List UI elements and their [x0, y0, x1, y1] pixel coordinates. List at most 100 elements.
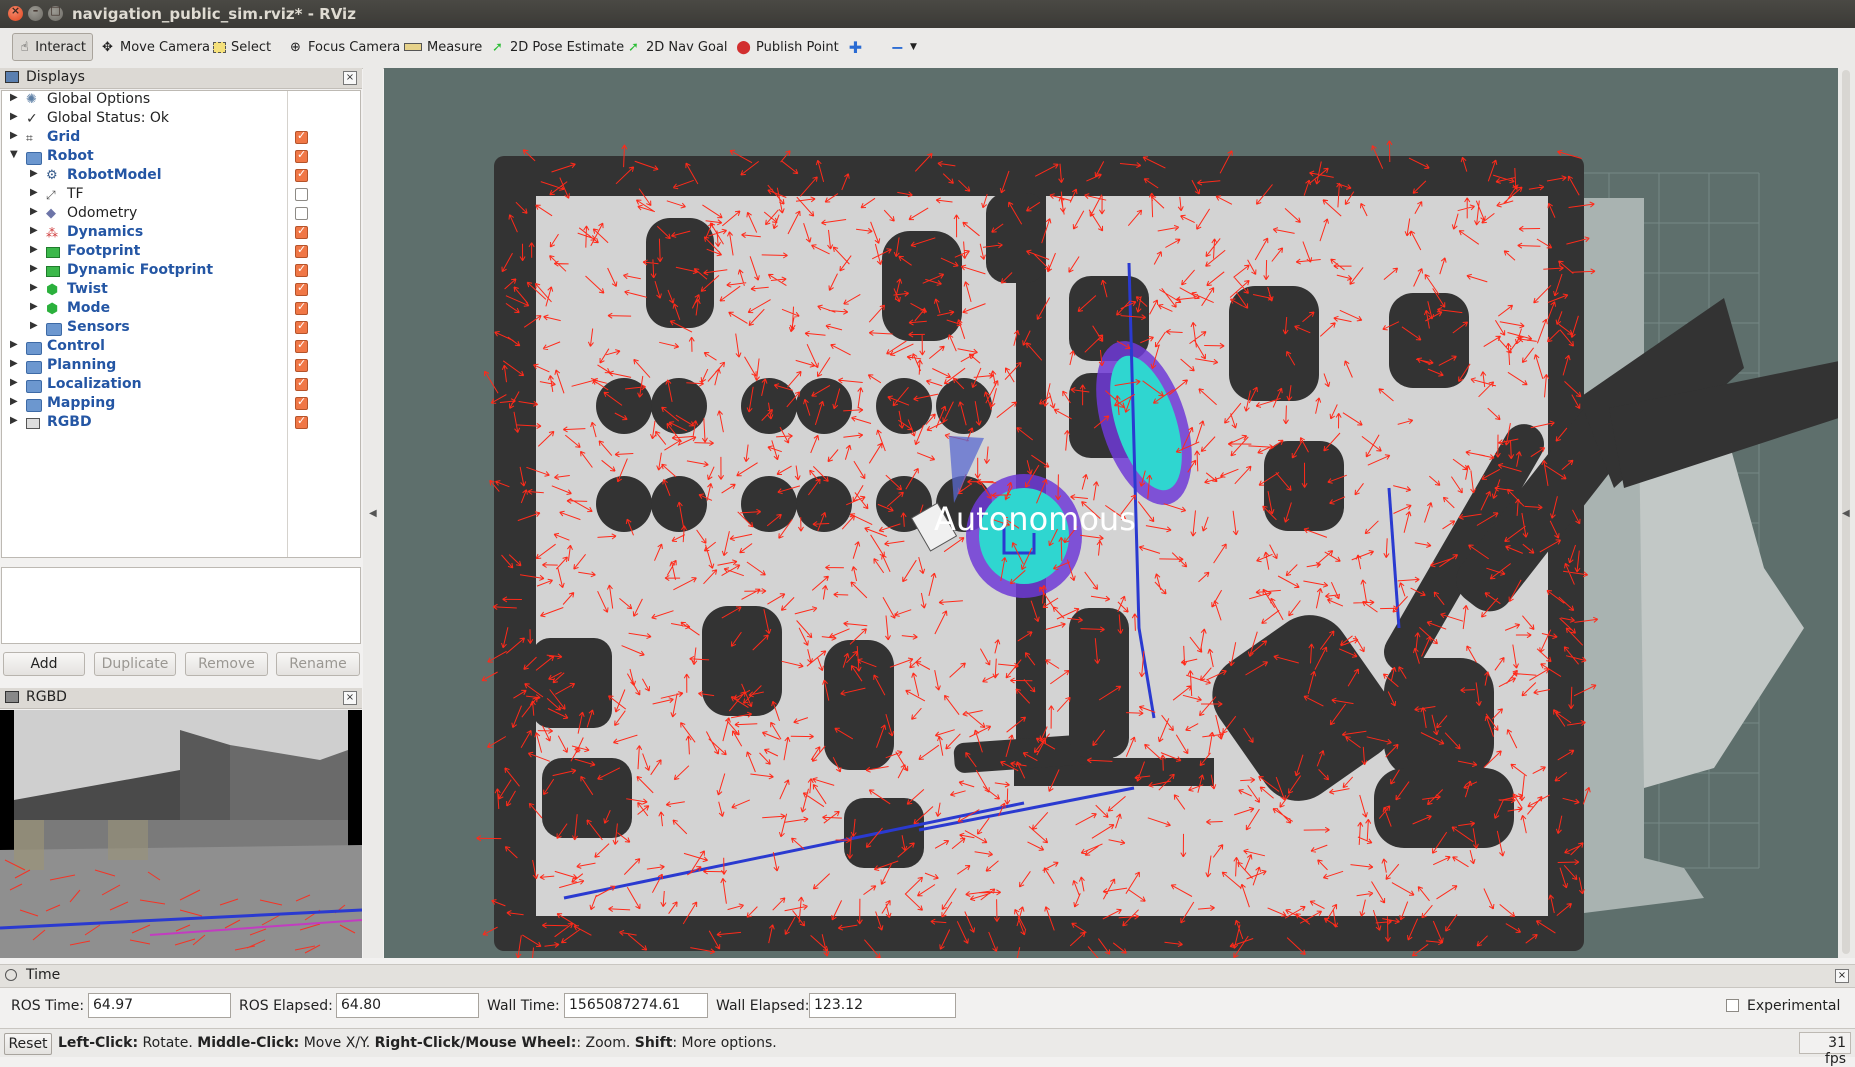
expand-arrow-icon[interactable]: ▶ [30, 282, 40, 293]
collapse-arrow-icon[interactable]: ▼ [10, 149, 20, 160]
tree-item-planning[interactable]: ▶ Planning [2, 357, 360, 376]
window-titlebar: × – □ navigation_public_sim.rviz* - RViz [0, 0, 1855, 28]
expand-arrow-icon[interactable]: ▶ [30, 320, 40, 331]
tree-item-rgbd[interactable]: ▶ RGBD [2, 414, 360, 433]
expand-arrow-icon[interactable]: ▶ [30, 168, 40, 179]
tree-item-label: Control [47, 338, 105, 354]
display-checkbox[interactable] [295, 414, 308, 429]
interact-tool-button[interactable]: ☝ Interact [12, 33, 93, 61]
tree-item-footprint[interactable]: ▶ Footprint [2, 243, 360, 262]
expand-arrow-icon[interactable]: ▶ [30, 301, 40, 312]
display-checkbox[interactable] [295, 224, 308, 239]
camera-icon [5, 691, 19, 703]
tree-item-sensors[interactable]: ▶ Sensors [2, 319, 360, 338]
cursor-icon: ☝ [20, 39, 29, 55]
select-label: Select [231, 39, 272, 55]
window-close-button[interactable]: × [8, 4, 23, 21]
expand-arrow-icon[interactable]: ▶ [30, 244, 40, 255]
wall-elapsed-field[interactable]: 123.12 [809, 993, 956, 1018]
reset-button[interactable]: Reset [4, 1033, 52, 1055]
expand-arrow-icon[interactable]: ▶ [30, 206, 40, 217]
expand-arrow-icon[interactable]: ▶ [10, 396, 20, 407]
folder-icon [26, 152, 42, 165]
tree-item-label: TF [67, 186, 84, 202]
close-icon[interactable]: × [343, 691, 357, 705]
display-checkbox[interactable] [295, 281, 308, 296]
render-3d-view[interactable]: Autonomous [384, 68, 1838, 958]
expand-arrow-icon[interactable]: ▶ [10, 377, 20, 388]
display-checkbox[interactable] [295, 188, 308, 201]
expand-arrow-icon[interactable]: ▶ [10, 415, 20, 426]
close-icon[interactable]: × [1835, 969, 1849, 983]
experimental-checkbox[interactable] [1726, 999, 1739, 1012]
tree-item-control[interactable]: ▶ Control [2, 338, 360, 357]
tree-item-grid[interactable]: ▶ ⌗ Grid [2, 129, 360, 148]
expand-arrow-icon[interactable]: ▶ [10, 111, 20, 122]
tree-item-dynamic-footprint[interactable]: ▶ Dynamic Footprint [2, 262, 360, 281]
tree-item-robot[interactable]: ▼ Robot [2, 148, 360, 167]
tree-item-global-status[interactable]: ▶ ✓ Global Status: Ok [2, 110, 360, 129]
focus-camera-tool-button[interactable]: ⊕ Focus Camera [282, 33, 406, 61]
display-checkbox[interactable] [295, 167, 308, 182]
display-checkbox[interactable] [295, 129, 308, 144]
display-checkbox[interactable] [295, 357, 308, 372]
move-camera-tool-button[interactable]: ✥ Move Camera [94, 33, 216, 61]
wall-time-label: Wall Time: [487, 998, 560, 1014]
folder-icon [26, 399, 42, 412]
tree-item-global-options[interactable]: ▶ ✺ Global Options [2, 91, 360, 110]
display-checkbox[interactable] [295, 207, 308, 220]
display-checkbox[interactable] [295, 262, 308, 277]
display-checkbox[interactable] [295, 338, 308, 353]
expand-arrow-icon[interactable]: ▶ [10, 339, 20, 350]
window-maximize-button[interactable]: □ [48, 4, 63, 21]
left-panel-splitter[interactable]: ◀ [363, 68, 383, 958]
pose-estimate-tool-button[interactable]: ➚ 2D Pose Estimate [484, 33, 630, 61]
expand-arrow-icon[interactable]: ▶ [10, 130, 20, 141]
expand-arrow-icon[interactable]: ▶ [10, 358, 20, 369]
tree-item-label: RGBD [47, 414, 92, 430]
display-checkbox[interactable] [295, 319, 308, 334]
wall-time-field[interactable]: 1565087274.61 [564, 993, 708, 1018]
display-checkbox[interactable] [295, 376, 308, 391]
monitor-icon [5, 71, 19, 83]
display-checkbox[interactable] [295, 243, 308, 258]
window-minimize-button[interactable]: – [28, 4, 43, 21]
add-display-button[interactable]: Add [3, 652, 85, 676]
tree-item-mode[interactable]: ▶ ⬢ Mode [2, 300, 360, 319]
tree-item-dynamics[interactable]: ▶ ⁂ Dynamics [2, 224, 360, 243]
ros-time-field[interactable]: 64.97 [88, 993, 231, 1018]
check-icon: ✓ [26, 111, 38, 127]
tree-item-robotmodel[interactable]: ▶ ⚙ RobotModel [2, 167, 360, 186]
remove-tool-button[interactable]: − ▼ [884, 33, 923, 61]
display-checkbox[interactable] [295, 395, 308, 410]
display-checkbox[interactable] [295, 300, 308, 315]
move-camera-label: Move Camera [120, 39, 211, 55]
expand-arrow-icon[interactable]: ▶ [30, 263, 40, 274]
expand-arrow-icon[interactable]: ▶ [10, 92, 20, 103]
expand-arrow-icon[interactable]: ▶ [30, 187, 40, 198]
tree-item-label: Robot [47, 148, 94, 164]
tree-item-localization[interactable]: ▶ Localization [2, 376, 360, 395]
hint-text: : Zoom. [576, 1035, 635, 1051]
tree-item-mapping[interactable]: ▶ Mapping [2, 395, 360, 414]
remove-display-button[interactable]: Remove [185, 652, 268, 676]
tree-item-twist[interactable]: ▶ ⬢ Twist [2, 281, 360, 300]
expand-arrow-icon[interactable]: ▶ [30, 225, 40, 236]
rgbd-panel-header: RGBD × [0, 688, 362, 709]
measure-tool-button[interactable]: Measure [398, 33, 488, 61]
ros-elapsed-field[interactable]: 64.80 [336, 993, 479, 1018]
select-tool-button[interactable]: Select [207, 33, 277, 61]
publish-point-tool-button[interactable]: ⬤ Publish Point [730, 33, 845, 61]
tree-item-odometry[interactable]: ▶ ◆ Odometry [2, 205, 360, 224]
add-tool-button[interactable]: ✚ [842, 33, 869, 61]
rgbd-camera-view[interactable] [0, 710, 362, 958]
nav-goal-tool-button[interactable]: ➚ 2D Nav Goal [620, 33, 734, 61]
chevron-down-icon: ▼ [910, 42, 917, 52]
display-checkbox[interactable] [295, 148, 308, 163]
right-panel-splitter[interactable]: ◀ [1838, 68, 1855, 958]
tree-item-tf[interactable]: ▶ ⤢ TF [2, 186, 360, 205]
rename-display-button[interactable]: Rename [276, 652, 360, 676]
duplicate-display-button[interactable]: Duplicate [94, 652, 176, 676]
close-icon[interactable]: × [343, 71, 357, 85]
publish-point-label: Publish Point [756, 39, 839, 55]
